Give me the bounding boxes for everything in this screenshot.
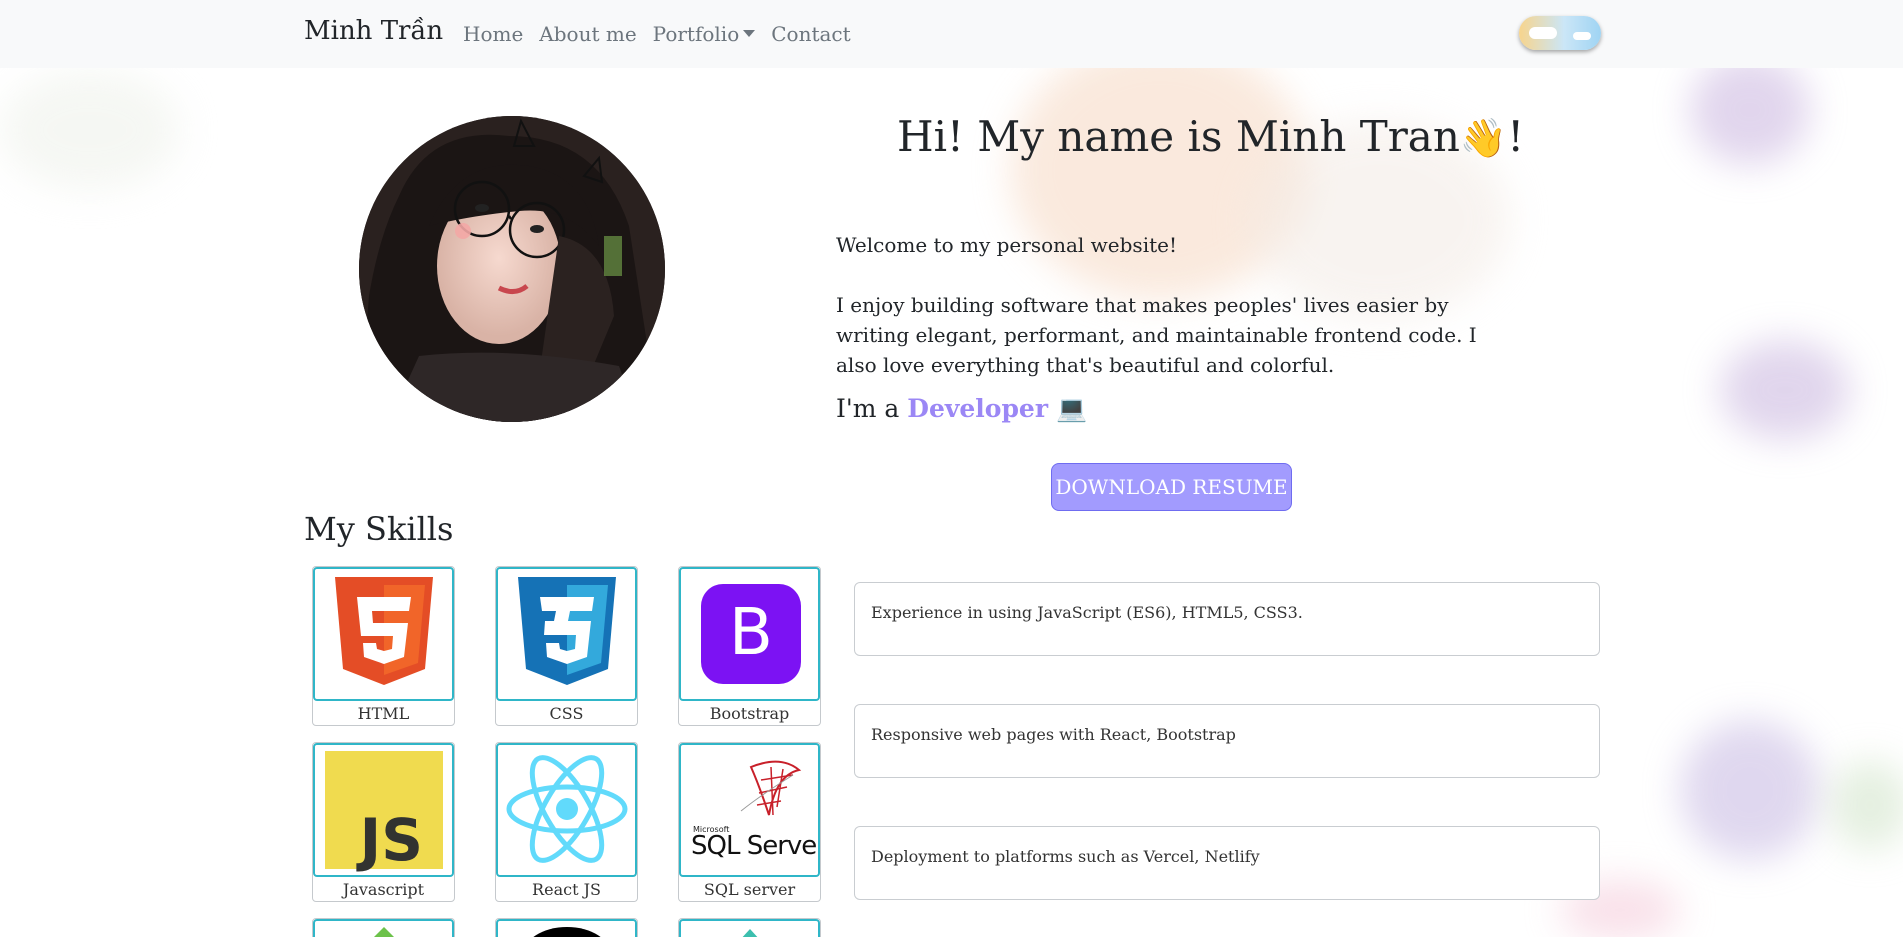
- experience-card: Deployment to platforms such as Vercel, …: [854, 826, 1600, 900]
- skill-card-react[interactable]: React JS: [495, 742, 638, 902]
- skill-card-sql-server[interactable]: Microsoft SQL Server SQL server: [678, 742, 821, 902]
- nav-dropdown-portfolio[interactable]: Portfolio: [653, 22, 756, 46]
- waving-hand-icon: 👋: [1459, 116, 1508, 160]
- cloud-icon: [1529, 27, 1557, 39]
- welcome-text: Welcome to my personal website!: [836, 233, 1178, 257]
- background-decoration: [1680, 720, 1820, 860]
- nav-link-about[interactable]: About me: [539, 22, 636, 46]
- skill-label: Javascript: [342, 880, 425, 899]
- nav-link-home[interactable]: Home: [463, 22, 523, 46]
- skill-label: SQL server: [703, 880, 796, 899]
- cloud-icon: [1573, 32, 1591, 40]
- nodejs-icon: [313, 919, 454, 937]
- profile-photo: [359, 116, 665, 422]
- background-decoration: [1690, 55, 1810, 165]
- background-decoration: [0, 70, 180, 190]
- hero-title-suffix: !: [1507, 112, 1525, 161]
- background-decoration: [1830, 760, 1903, 850]
- hero-title-text: Hi! My name is Minh Tran: [897, 112, 1460, 161]
- skill-card-javascript[interactable]: JS Javascript: [312, 742, 455, 902]
- hero-title: Hi! My name is Minh Tran👋!: [897, 112, 1524, 161]
- navbar: Minh Trần Home About me Portfolio Contac…: [0, 0, 1903, 68]
- skill-card-css[interactable]: CSS: [495, 566, 638, 726]
- nav-links: Home About me Portfolio Contact: [463, 22, 867, 46]
- svg-text:JS: JS: [356, 806, 423, 874]
- background-decoration: [1720, 340, 1850, 440]
- role-line: I'm a Developer 💻: [836, 394, 1087, 424]
- sql-logo-text: SQL Server: [691, 831, 820, 861]
- download-resume-button[interactable]: DOWNLOAD RESUME: [1051, 463, 1292, 511]
- skill-card[interactable]: [495, 918, 638, 937]
- svg-text:B: B: [729, 596, 773, 670]
- skills-grid: HTML CSS B Bootstrap JS Javascript React…: [312, 566, 821, 937]
- nav-link-contact[interactable]: Contact: [771, 22, 850, 46]
- skill-card-bootstrap[interactable]: B Bootstrap: [678, 566, 821, 726]
- skill-card-html[interactable]: HTML: [312, 566, 455, 726]
- role-prefix: I'm a: [836, 394, 900, 423]
- profile-avatar: [359, 116, 665, 422]
- css3-icon: [496, 567, 637, 701]
- role-highlight: Developer: [907, 394, 1049, 423]
- skill-card[interactable]: [312, 918, 455, 937]
- experience-card: Experience in using JavaScript (ES6), HT…: [854, 582, 1600, 656]
- react-icon: [496, 743, 637, 877]
- nav-dropdown-label: Portfolio: [652, 22, 740, 46]
- skill-icon: [679, 919, 820, 937]
- caret-down-icon: [743, 30, 756, 37]
- theme-toggle[interactable]: [1519, 16, 1601, 50]
- bootstrap-icon: B: [679, 567, 820, 701]
- intro-text: Welcome to my personal website! I enjoy …: [836, 230, 1486, 410]
- experience-card: Responsive web pages with React, Bootstr…: [854, 704, 1600, 778]
- skill-label: CSS: [549, 704, 584, 723]
- skill-label: HTML: [357, 704, 410, 723]
- javascript-icon: JS: [313, 743, 454, 877]
- skill-icon: [496, 919, 637, 937]
- skill-card[interactable]: [678, 918, 821, 937]
- brand-link[interactable]: Minh Trần: [304, 16, 443, 46]
- skill-label: React JS: [532, 880, 601, 899]
- skills-title: My Skills: [304, 510, 454, 548]
- laptop-icon: 💻: [1055, 394, 1088, 423]
- html5-icon: [313, 567, 454, 701]
- sql-server-icon: Microsoft SQL Server: [679, 743, 820, 877]
- skill-label: Bootstrap: [709, 704, 790, 723]
- bio-text: I enjoy building software that makes peo…: [836, 293, 1477, 377]
